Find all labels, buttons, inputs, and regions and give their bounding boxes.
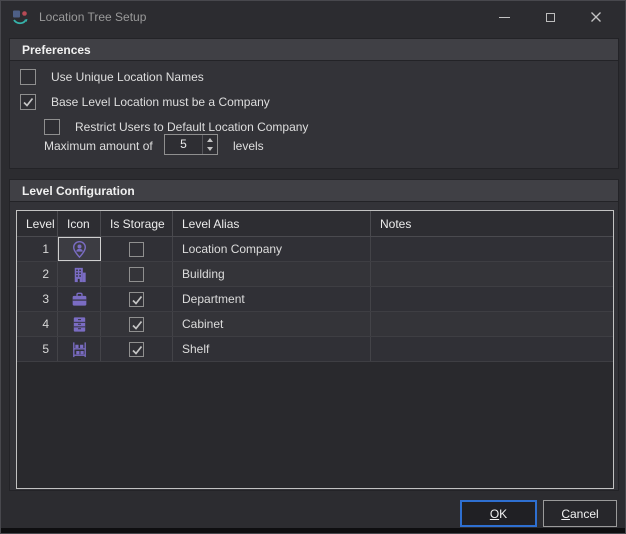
max-levels-label-after: levels	[233, 139, 264, 153]
table-header-row: Level Icon Is Storage Level Alias Notes	[17, 211, 613, 237]
unique-location-names-checkbox[interactable]	[20, 69, 36, 85]
level-configuration-header: Level Configuration	[10, 180, 618, 202]
column-header-notes[interactable]: Notes	[371, 211, 613, 236]
notes-cell[interactable]	[371, 237, 613, 261]
preferences-panel: Preferences Use Unique Location Names Ba…	[9, 38, 619, 169]
notes-cell[interactable]	[371, 337, 613, 361]
unique-location-names-row: Use Unique Location Names	[20, 69, 204, 85]
table-row[interactable]: 5	[17, 337, 613, 362]
table-row[interactable]: 2	[17, 262, 613, 287]
is-storage-cell	[101, 262, 173, 286]
is-storage-checkbox[interactable]	[129, 342, 144, 357]
down-arrow-icon	[207, 147, 213, 151]
is-storage-checkbox[interactable]	[129, 242, 144, 257]
icon-cell[interactable]	[58, 262, 101, 286]
is-storage-checkbox[interactable]	[129, 317, 144, 332]
person-location-pin-icon	[70, 240, 89, 259]
briefcase-icon	[70, 290, 89, 309]
level-alias-cell[interactable]: Building	[173, 262, 371, 286]
is-storage-checkbox[interactable]	[129, 292, 144, 307]
column-header-level[interactable]: Level	[17, 211, 58, 236]
checkmark-icon	[130, 318, 144, 332]
is-storage-checkbox[interactable]	[129, 267, 144, 282]
spinner-down-button[interactable]	[203, 145, 217, 155]
title-bar: Location Tree Setup	[1, 1, 625, 33]
checkmark-icon	[21, 95, 35, 109]
ok-button[interactable]: OK	[460, 500, 537, 527]
is-storage-cell	[101, 287, 173, 311]
level-alias-cell[interactable]: Department	[173, 287, 371, 311]
max-levels-label-before: Maximum amount of	[44, 139, 153, 153]
table-row[interactable]: 1 Location Company	[17, 237, 613, 262]
notes-cell[interactable]	[371, 262, 613, 286]
ok-label-rest: K	[499, 507, 507, 521]
restrict-users-label: Restrict Users to Default Location Compa…	[75, 120, 308, 134]
level-alias-cell[interactable]: Shelf	[173, 337, 371, 361]
spinner-buttons	[202, 135, 217, 154]
table-row[interactable]: 4	[17, 312, 613, 337]
cancel-button[interactable]: Cancel	[543, 500, 617, 527]
location-tree-setup-dialog: Location Tree Setup Preferences Use Uniq…	[0, 0, 626, 534]
column-header-level-alias[interactable]: Level Alias	[173, 211, 371, 236]
base-level-company-checkbox[interactable]	[20, 94, 36, 110]
is-storage-cell	[101, 237, 173, 261]
cabinet-icon	[70, 315, 89, 334]
level-cell: 4	[17, 312, 58, 336]
level-cell: 2	[17, 262, 58, 286]
cancel-label-rest: ancel	[570, 507, 599, 521]
cancel-accelerator: C	[561, 507, 570, 521]
restrict-users-row: Restrict Users to Default Location Compa…	[44, 119, 308, 135]
level-alias-cell[interactable]: Cabinet	[173, 312, 371, 336]
checkmark-icon	[130, 343, 144, 357]
base-level-company-label: Base Level Location must be a Company	[51, 95, 270, 109]
unique-location-names-label: Use Unique Location Names	[51, 70, 204, 84]
level-configuration-panel: Level Configuration Level Icon Is Storag…	[9, 179, 619, 491]
icon-cell-selected[interactable]	[58, 237, 101, 261]
table-row[interactable]: 3 Department	[17, 287, 613, 312]
is-storage-cell	[101, 337, 173, 361]
building-icon	[70, 265, 89, 284]
notes-cell[interactable]	[371, 312, 613, 336]
level-cell: 5	[17, 337, 58, 361]
window-controls	[481, 1, 625, 33]
level-cell: 3	[17, 287, 58, 311]
close-icon	[590, 11, 602, 23]
max-levels-spinner: 5	[164, 134, 218, 155]
close-button[interactable]	[573, 2, 619, 32]
is-storage-cell	[101, 312, 173, 336]
window-title: Location Tree Setup	[39, 10, 146, 24]
notes-cell[interactable]	[371, 287, 613, 311]
max-levels-value[interactable]: 5	[165, 135, 202, 154]
restrict-users-checkbox[interactable]	[44, 119, 60, 135]
window-bottom-edge	[1, 528, 625, 533]
level-alias-cell[interactable]: Location Company	[173, 237, 371, 261]
minimize-button[interactable]	[481, 2, 527, 32]
icon-cell[interactable]	[58, 312, 101, 336]
ok-accelerator: O	[490, 507, 499, 521]
column-header-is-storage[interactable]: Is Storage	[101, 211, 173, 236]
column-header-icon[interactable]: Icon	[58, 211, 101, 236]
level-configuration-table: Level Icon Is Storage Level Alias Notes …	[16, 210, 614, 489]
app-icon	[12, 9, 29, 26]
up-arrow-icon	[207, 138, 213, 142]
level-cell: 1	[17, 237, 58, 261]
preferences-header: Preferences	[10, 39, 618, 61]
maximize-button[interactable]	[527, 2, 573, 32]
icon-cell[interactable]	[58, 337, 101, 361]
shelf-icon	[70, 340, 89, 359]
base-level-company-row: Base Level Location must be a Company	[20, 94, 270, 110]
checkmark-icon	[130, 293, 144, 307]
icon-cell[interactable]	[58, 287, 101, 311]
spinner-up-button[interactable]	[203, 135, 217, 145]
minimize-icon	[499, 17, 510, 18]
maximize-icon	[546, 13, 555, 22]
